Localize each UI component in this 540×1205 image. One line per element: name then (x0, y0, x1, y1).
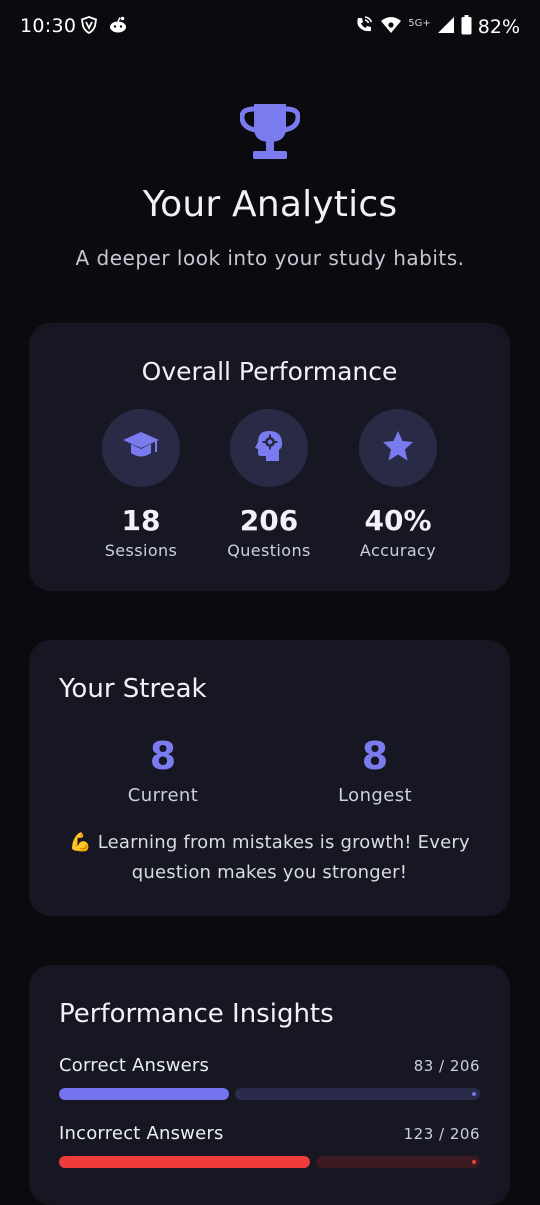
star-icon (381, 429, 415, 467)
questions-icon-circle (230, 409, 308, 487)
insights-title: Performance Insights (59, 999, 334, 1029)
reddit-icon (108, 16, 128, 38)
correct-answers-bar-end-dot (472, 1092, 476, 1096)
longest-streak: 8 Longest (275, 734, 475, 806)
brain-gear-icon (252, 429, 286, 467)
current-streak: 8 Current (63, 734, 263, 806)
status-time: 10:30 (20, 15, 77, 37)
battery-icon (461, 15, 472, 39)
incorrect-answers-progress-bar (59, 1156, 480, 1168)
current-streak-value: 8 (149, 734, 177, 778)
correct-answers-bar-fill (59, 1088, 229, 1100)
incorrect-answers-bar-track (316, 1156, 480, 1168)
graduation-cap-icon (122, 430, 160, 466)
performance-insights-card: Performance Insights Correct Answers 83 … (29, 965, 510, 1205)
overall-performance-card: Overall Performance 18 Sessions 206 Ques… (29, 323, 510, 591)
wifi-calling-icon (354, 15, 374, 39)
wifi-icon (380, 16, 402, 38)
questions-stat: 206 Questions (204, 409, 334, 560)
network-type: 5G+ (408, 17, 431, 29)
correct-answers-bar-track (235, 1088, 480, 1100)
streak-message: 💪 Learning from mistakes is growth! Ever… (69, 832, 470, 883)
streak-title: Your Streak (59, 674, 207, 704)
page-title: Your Analytics (142, 184, 398, 225)
incorrect-answers-bar-fill (59, 1156, 310, 1168)
sessions-label: Sessions (104, 541, 178, 560)
accuracy-stat: 40% Accuracy (333, 409, 463, 560)
incorrect-answers-label: Incorrect Answers (59, 1123, 224, 1144)
sessions-value: 18 (121, 504, 161, 537)
incorrect-answers-count: 123 / 206 (403, 1125, 480, 1143)
current-streak-label: Current (127, 785, 199, 806)
status-left-icons (80, 16, 128, 38)
questions-label: Questions (227, 541, 311, 560)
correct-answers-count: 83 / 206 (413, 1057, 480, 1075)
accuracy-label: Accuracy (359, 541, 437, 560)
longest-streak-label: Longest (338, 785, 412, 806)
signal-icon (437, 16, 455, 38)
vpn-shield-icon (80, 16, 98, 38)
longest-streak-value: 8 (361, 734, 389, 778)
sessions-icon-circle (102, 409, 180, 487)
status-bar: 10:30 5G+ 82% (0, 0, 540, 56)
battery-percentage: 82% (477, 16, 520, 38)
accuracy-icon-circle (359, 409, 437, 487)
overall-performance-title: Overall Performance (141, 357, 398, 386)
correct-answers-progress-bar (59, 1088, 480, 1100)
sessions-stat: 18 Sessions (76, 409, 206, 560)
status-right-icons: 5G+ 82% (354, 15, 520, 39)
trophy-icon (239, 102, 301, 162)
page-subtitle: A deeper look into your study habits. (75, 246, 465, 270)
questions-value: 206 (239, 504, 299, 537)
incorrect-answers-bar-end-dot (472, 1160, 476, 1164)
streak-card: Your Streak 8 Current 8 Longest 💪 Learni… (29, 640, 510, 916)
correct-answers-label: Correct Answers (59, 1055, 210, 1076)
accuracy-value: 40% (364, 504, 432, 537)
